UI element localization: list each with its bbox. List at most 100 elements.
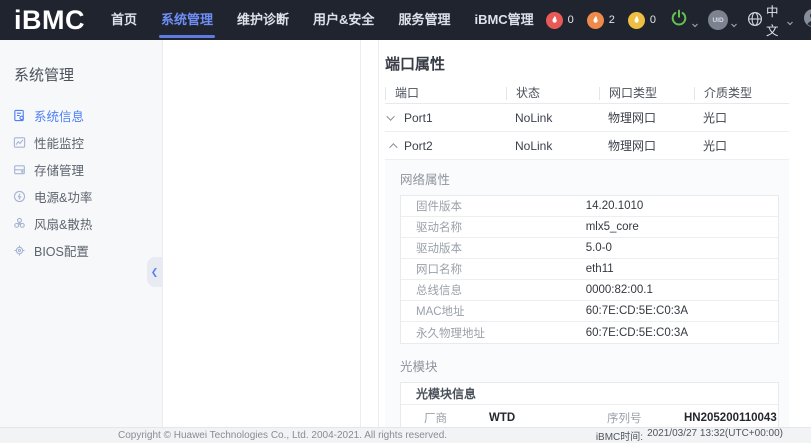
language-label: 中文 bbox=[766, 1, 781, 39]
minor-alarm-flame-icon bbox=[628, 12, 645, 29]
property-row-port-name: 网口名称 eth11 bbox=[401, 259, 778, 280]
critical-alarm-flame-icon bbox=[546, 12, 563, 29]
vendor-label: 厂商 bbox=[401, 410, 489, 426]
user-menu-button[interactable] bbox=[803, 8, 811, 33]
major-alarm-flame-icon bbox=[587, 12, 604, 29]
storage-icon bbox=[12, 163, 26, 177]
media-type: 光口 bbox=[694, 137, 789, 154]
sidebar-item-power[interactable]: 电源&功率 bbox=[0, 183, 162, 210]
port-table-header: 端口 状态 网口类型 介质类型 bbox=[385, 83, 789, 104]
media-type: 光口 bbox=[694, 109, 789, 126]
vendor-value: WTD bbox=[489, 412, 584, 424]
main-nav: 首页 系统管理 维护诊断 用户&安全 服务管理 iBMC管理 bbox=[99, 0, 546, 40]
page-body: 系统管理 系统信息 性能监控 存储管理 电源&功率 bbox=[0, 40, 811, 427]
sidebar-item-label: 电源&功率 bbox=[34, 187, 92, 206]
topbar-right-cluster: 0 2 0 UID 中文 bbox=[546, 1, 811, 39]
nav-home[interactable]: 首页 bbox=[99, 0, 149, 40]
uid-icon: UID bbox=[708, 10, 728, 30]
major-alarm-count: 2 bbox=[609, 14, 615, 26]
chevron-down-icon bbox=[730, 16, 738, 24]
copyright-text: Copyright © Huawei Technologies Co., Ltd… bbox=[118, 430, 447, 441]
network-properties-table: 固件版本 14.20.1010 驱动名称 mlx5_core 驱动版本 5.0-… bbox=[400, 195, 779, 344]
nav-system-management[interactable]: 系统管理 bbox=[149, 0, 225, 40]
optical-module-table: 光模块信息 厂商 WTD 序列号 HN205200110043 bbox=[400, 382, 779, 427]
expand-chevron-down-icon[interactable] bbox=[386, 112, 394, 120]
port-status: NoLink bbox=[506, 139, 599, 153]
content-gutter bbox=[361, 40, 379, 427]
property-row-permanent-mac: 永久物理地址 60:7E:CD:5E:C0:3A bbox=[401, 322, 778, 343]
sidebar-item-label: 存储管理 bbox=[34, 160, 84, 179]
port-attributes-table: 端口 状态 网口类型 介质类型 Port1 NoLink 物理网口 光口 bbox=[385, 83, 789, 427]
serial-label: 序列号 bbox=[584, 410, 684, 426]
sidebar-item-fan-cooling[interactable]: 风扇&散热 bbox=[0, 210, 162, 237]
ibmc-time: iBMC时间: 2021/03/27 13:32(UTC+00:00) bbox=[596, 428, 783, 443]
sidebar: 系统管理 系统信息 性能监控 存储管理 电源&功率 bbox=[0, 40, 163, 427]
nav-ibmc-management[interactable]: iBMC管理 bbox=[462, 0, 545, 40]
major-alarm-button[interactable]: 2 bbox=[587, 12, 615, 29]
ibmc-time-label: iBMC时间: bbox=[596, 428, 643, 443]
power-supply-icon bbox=[12, 190, 26, 204]
property-row-mac-address: MAC地址 60:7E:CD:5E:C0:3A bbox=[401, 301, 778, 322]
footer: Copyright © Huawei Technologies Co., Ltd… bbox=[0, 427, 811, 443]
sidebar-title: 系统管理 bbox=[0, 40, 162, 85]
collapse-chevron-icon: ❮ bbox=[151, 267, 159, 278]
globe-icon bbox=[747, 11, 763, 30]
sidebar-item-performance-monitor[interactable]: 性能监控 bbox=[0, 129, 162, 156]
top-navigation-bar: iBMC 首页 系统管理 维护诊断 用户&安全 服务管理 iBMC管理 0 2 … bbox=[0, 0, 811, 40]
language-selector[interactable]: 中文 bbox=[747, 1, 794, 39]
table-row-port2[interactable]: Port2 NoLink 物理网口 光口 bbox=[385, 132, 789, 160]
port-status: NoLink bbox=[506, 111, 599, 125]
sidebar-item-label: 性能监控 bbox=[34, 133, 84, 152]
optical-module-vendor-row: 厂商 WTD 序列号 HN205200110043 bbox=[401, 405, 778, 427]
critical-alarm-button[interactable]: 0 bbox=[546, 12, 574, 29]
minor-alarm-button[interactable]: 0 bbox=[628, 12, 656, 29]
ibmc-logo: iBMC bbox=[14, 0, 85, 40]
minor-alarm-count: 0 bbox=[650, 14, 656, 26]
nav-maintenance-diagnosis[interactable]: 维护诊断 bbox=[225, 0, 301, 40]
empty-content-pane bbox=[163, 40, 361, 427]
property-row-firmware-version: 固件版本 14.20.1010 bbox=[401, 196, 778, 217]
network-properties-title: 网络属性 bbox=[400, 170, 779, 192]
port2-detail-panel: 网络属性 固件版本 14.20.1010 驱动名称 mlx5_core 驱动版本 bbox=[385, 160, 789, 427]
user-avatar-icon bbox=[803, 8, 811, 33]
power-control-button[interactable] bbox=[669, 8, 699, 33]
sidebar-item-label: 风扇&散热 bbox=[34, 214, 92, 233]
optical-module-title: 光模块 bbox=[400, 357, 779, 379]
power-icon bbox=[669, 8, 689, 33]
property-row-bus-info: 总线信息 0000:82:00.1 bbox=[401, 280, 778, 301]
ibmc-time-value: 2021/03/27 13:32(UTC+00:00) bbox=[647, 428, 783, 443]
column-header-port-type: 网口类型 bbox=[599, 87, 694, 100]
nav-user-security[interactable]: 用户&安全 bbox=[301, 0, 386, 40]
column-header-media-type: 介质类型 bbox=[694, 87, 789, 100]
sidebar-menu: 系统信息 性能监控 存储管理 电源&功率 风扇&散热 bbox=[0, 102, 162, 264]
table-row-port1[interactable]: Port1 NoLink 物理网口 光口 bbox=[385, 104, 789, 132]
performance-monitor-icon bbox=[12, 136, 26, 150]
sidebar-item-label: 系统信息 bbox=[34, 106, 84, 125]
ibmc-app: iBMC 首页 系统管理 维护诊断 用户&安全 服务管理 iBMC管理 0 2 … bbox=[0, 0, 811, 443]
fan-icon bbox=[12, 217, 26, 231]
bios-gear-icon bbox=[12, 244, 26, 258]
port-name: Port2 bbox=[404, 139, 433, 153]
nav-service-management[interactable]: 服务管理 bbox=[386, 0, 462, 40]
port-name: Port1 bbox=[404, 111, 433, 125]
sidebar-item-storage-management[interactable]: 存储管理 bbox=[0, 156, 162, 183]
chevron-down-icon bbox=[786, 16, 794, 24]
chevron-down-icon bbox=[691, 16, 699, 24]
serial-value: HN205200110043 bbox=[684, 412, 787, 424]
sidebar-item-label: BIOS配置 bbox=[34, 241, 89, 260]
system-info-icon bbox=[12, 109, 26, 123]
active-tab-underline bbox=[159, 35, 215, 38]
collapse-chevron-up-icon[interactable] bbox=[389, 143, 397, 151]
column-header-status: 状态 bbox=[506, 87, 599, 100]
sidebar-collapse-button[interactable]: ❮ bbox=[147, 257, 162, 287]
optical-module-info-header: 光模块信息 bbox=[401, 383, 778, 405]
sidebar-item-system-info[interactable]: 系统信息 bbox=[0, 102, 162, 129]
critical-alarm-count: 0 bbox=[568, 14, 574, 26]
main-content: 端口属性 端口 状态 网口类型 介质类型 Port1 NoLink 物理网口 光… bbox=[379, 40, 811, 427]
sidebar-item-bios-config[interactable]: BIOS配置 bbox=[0, 237, 162, 264]
uid-indicator-button[interactable]: UID bbox=[708, 10, 738, 30]
port-type: 物理网口 bbox=[599, 109, 694, 126]
column-header-port: 端口 bbox=[385, 87, 506, 100]
property-row-driver-name: 驱动名称 mlx5_core bbox=[401, 217, 778, 238]
page-title: 端口属性 bbox=[385, 53, 789, 74]
